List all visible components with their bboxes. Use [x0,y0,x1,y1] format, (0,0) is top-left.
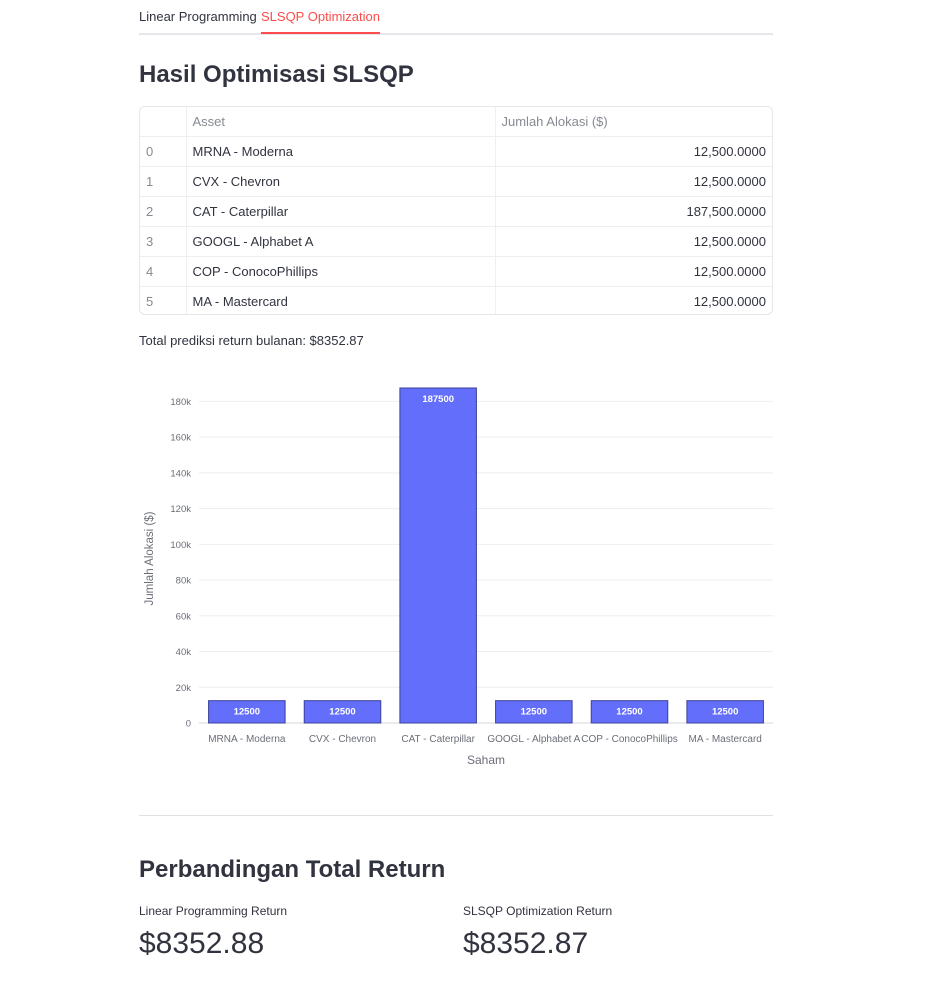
row-index: 0 [140,136,187,167]
x-tick-label: CAT - Caterpillar [401,734,475,745]
allocation-bar-chart[interactable]: 0 20k 40k 60k 80k 100k 120k 140k 160k 180k 12500 MR… [139,376,779,776]
row-index: 3 [140,226,187,257]
row-asset: CAT - Caterpillar [186,196,496,227]
y-tick-label: 20k [176,683,192,694]
metric-label: SLSQP Optimization Return [463,904,613,918]
y-tick-label: 40k [176,647,192,658]
row-amount: 12,500.0000 [495,136,772,167]
allocation-table[interactable]: Asset Jumlah Alokasi ($) 0 MRNA - Modern… [139,106,773,315]
bar-data-label: 12500 [616,707,642,718]
comparison-title: Perbandingan Total Return [139,856,446,883]
section-divider [139,815,773,816]
y-tick-label: 180k [170,397,191,408]
total-return-text: Total prediksi return bulanan: $8352.87 [139,333,364,348]
row-amount: 12,500.0000 [495,226,772,257]
row-amount: 187,500.0000 [495,196,772,227]
page-title: Hasil Optimisasi SLSQP [139,61,414,88]
table-header-amount[interactable]: Jumlah Alokasi ($) [495,107,772,137]
row-amount: 12,500.0000 [693,294,766,309]
bar-data-label: 12500 [329,707,355,718]
table-row: 1 CVX - Chevron 12,500.0000 [140,166,772,197]
y-tick-label: 140k [170,468,191,479]
y-tick-label: 0 [186,719,191,730]
table-row: 3 GOOGL - Alphabet A 12,500.0000 [140,226,772,257]
row-index: 4 [140,256,187,287]
metric-value: $8352.87 [463,927,589,960]
x-tick-label: GOOGL - Alphabet A [487,734,580,745]
table-row: 0 MRNA - Moderna 12,500.0000 [140,136,772,167]
table-header-asset[interactable]: Asset [186,107,496,137]
y-axis-title: Jumlah Alokasi ($) [144,511,156,605]
table-row: 4 COP - ConocoPhillips 12,500.0000 [140,256,772,287]
bar[interactable] [399,387,477,724]
bar-data-label: 187500 [422,394,454,405]
row-index: 1 [140,166,187,197]
row-amount: 12,500.0000 [495,256,772,287]
table-header-index [140,107,187,137]
row-asset: CVX - Chevron [186,166,496,197]
table-row: 2 CAT - Caterpillar 187,500.0000 [140,196,772,227]
row-amount: 12,500.0000 [495,166,772,197]
y-tick-label: 80k [176,576,192,587]
metric-value: $8352.88 [139,927,265,960]
x-axis-title: Saham [467,753,505,767]
row-asset: MA - Mastercard [186,286,496,314]
metric-linear-programming: Linear Programming Return $8352.88 [139,904,287,961]
table-row: 5 MA - Mastercard 12,500.0000 [140,286,772,314]
tab-bar: Linear Programming SLSQP Optimization [139,0,773,35]
x-tick-label: COP - ConocoPhillips [581,734,678,745]
row-asset: MRNA - Moderna [186,136,496,167]
y-tick-label: 100k [170,540,191,551]
y-tick-label: 60k [176,611,192,622]
bar-data-label: 12500 [712,707,738,718]
x-tick-label: MA - Mastercard [688,734,761,745]
row-asset: COP - ConocoPhillips [186,256,496,287]
row-asset: GOOGL - Alphabet A [186,226,496,257]
tab-linear-programming[interactable]: Linear Programming [139,9,257,32]
y-tick-label: 160k [170,433,191,444]
x-tick-label: CVX - Chevron [309,734,376,745]
row-index: 2 [140,196,187,227]
tab-slsqp-optimization[interactable]: SLSQP Optimization [261,9,380,34]
metric-slsqp-optimization: SLSQP Optimization Return $8352.87 [463,904,612,961]
bar-data-label: 12500 [234,707,260,718]
table-header-row: Asset Jumlah Alokasi ($) [140,107,772,137]
y-tick-label: 120k [170,504,191,515]
bar-data-label: 12500 [521,707,547,718]
row-index: 5 [140,286,187,314]
metric-label: Linear Programming Return [139,904,288,918]
x-tick-label: MRNA - Moderna [208,734,286,745]
